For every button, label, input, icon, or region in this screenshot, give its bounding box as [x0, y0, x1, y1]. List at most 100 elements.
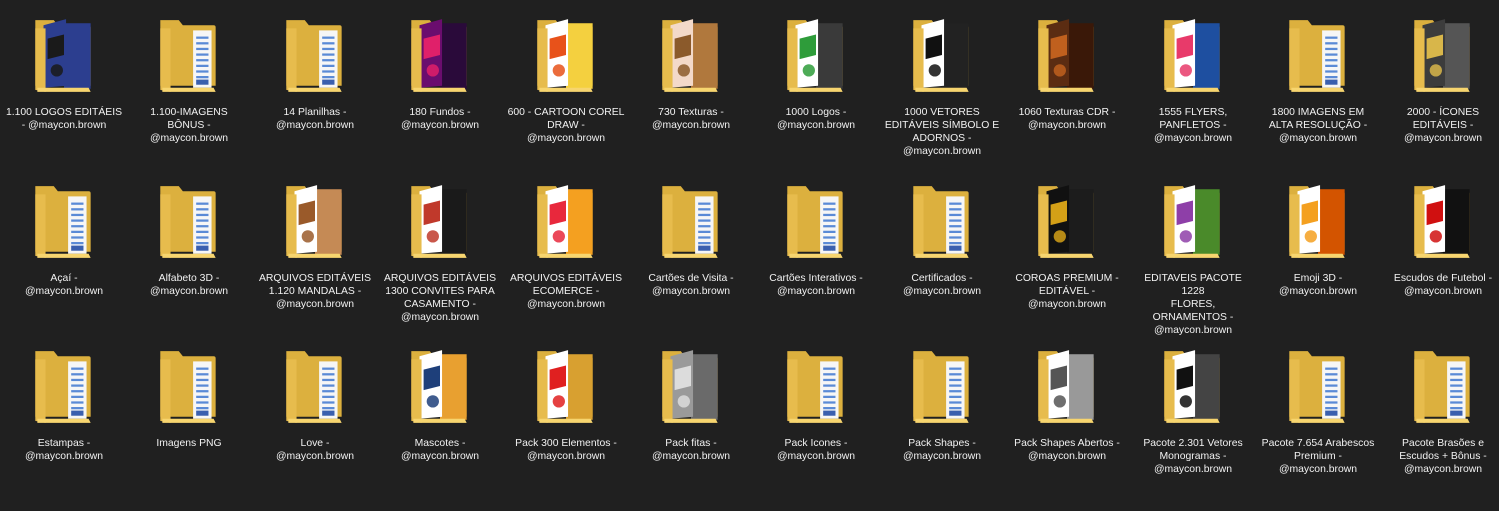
folder-icon: [1277, 14, 1359, 96]
folder-icon: [148, 14, 230, 96]
folder-icon: [650, 180, 732, 262]
folder-item[interactable]: ARQUIVOS EDITÁVEIS 1300 CONVITES PARA CA…: [379, 180, 501, 324]
folder-item[interactable]: Pacote 2.301 Vetores Monogramas - @mayco…: [1132, 345, 1254, 476]
folder-item[interactable]: 2000 - ÍCONES EDITÁVEIS - @maycon.brown: [1382, 14, 1499, 145]
folder-icon: [1026, 180, 1108, 262]
folder-label: Mascotes - @maycon.brown: [400, 438, 480, 462]
folder-item[interactable]: Pack Shapes Abertos - @maycon.brown: [1006, 345, 1128, 463]
folder-label: Pack Shapes Abertos - @maycon.brown: [1014, 438, 1120, 462]
folder-icon: [650, 345, 732, 427]
folder-icon: [1277, 345, 1359, 427]
folder-icon: [525, 180, 607, 262]
folder-label: Escudos de Futebol - @maycon.brown: [1393, 273, 1493, 297]
folder-label: Pacote 7.654 Arabescos Premium - @maycon…: [1261, 438, 1375, 475]
folder-item[interactable]: Escudos de Futebol - @maycon.brown: [1382, 180, 1499, 298]
folder-label: 1800 IMAGENS EM ALTA RESOLUÇÃO - @maycon…: [1268, 107, 1368, 144]
folder-label: ARQUIVOS EDITÁVEIS ECOMERCE - @maycon.br…: [509, 273, 622, 310]
folder-item[interactable]: Pack fitas - @maycon.brown: [630, 345, 752, 463]
folder-item[interactable]: Mascotes - @maycon.brown: [379, 345, 501, 463]
folder-label: 1.100 LOGOS EDITÁEIS - @maycon.brown: [5, 107, 123, 131]
folder-item[interactable]: Emoji 3D - @maycon.brown: [1257, 180, 1379, 298]
folder-item[interactable]: Pack Icones - @maycon.brown: [755, 345, 877, 463]
folder-item[interactable]: 730 Texturas - @maycon.brown: [630, 14, 752, 132]
folder-icon: [274, 345, 356, 427]
folder-item[interactable]: Pack Shapes - @maycon.brown: [881, 345, 1003, 463]
folder-item[interactable]: 1000 Logos - @maycon.brown: [755, 14, 877, 132]
folder-label: 14 Planilhas - @maycon.brown: [275, 107, 355, 131]
folder-label: Cartões de Visita - @maycon.brown: [648, 273, 734, 297]
folder-icon: [1402, 180, 1484, 262]
folder-label: 730 Texturas - @maycon.brown: [651, 107, 731, 131]
folder-label: COROAS PREMIUM - EDITÁVEL - @maycon.brow…: [1015, 273, 1119, 310]
folder-item[interactable]: ARQUIVOS EDITÁVEIS 1.120 MANDALAS - @may…: [254, 180, 376, 311]
folder-icon: [1277, 180, 1359, 262]
folder-item[interactable]: 1000 VETORES EDITÁVEIS SÍMBOLO E ADORNOS…: [881, 14, 1003, 158]
folder-item[interactable]: 1.100 LOGOS EDITÁEIS - @maycon.brown: [3, 14, 125, 132]
folder-label: 2000 - ÍCONES EDITÁVEIS - @maycon.brown: [1403, 107, 1483, 144]
folder-icon: [1402, 14, 1484, 96]
folder-label: 600 - CARTOON COREL DRAW - @maycon.brown: [507, 107, 625, 144]
folder-item[interactable]: Alfabeto 3D - @maycon.brown: [128, 180, 250, 298]
folder-item[interactable]: 1.100-IMAGENS BÔNUS - @maycon.brown: [128, 14, 250, 145]
folder-label: Love - @maycon.brown: [275, 438, 355, 462]
folder-icon: [775, 180, 857, 262]
folder-label: 1000 VETORES EDITÁVEIS SÍMBOLO E ADORNOS…: [884, 107, 1000, 157]
folder-icon: [1152, 180, 1234, 262]
folder-item[interactable]: ARQUIVOS EDITÁVEIS ECOMERCE - @maycon.br…: [505, 180, 627, 311]
folder-icon: [1026, 345, 1108, 427]
folder-item[interactable]: 600 - CARTOON COREL DRAW - @maycon.brown: [505, 14, 627, 145]
folder-item[interactable]: COROAS PREMIUM - EDITÁVEL - @maycon.brow…: [1006, 180, 1128, 311]
folder-item[interactable]: Cartões de Visita - @maycon.brown: [630, 180, 752, 298]
folder-label: Pack fitas - @maycon.brown: [651, 438, 731, 462]
folder-grid: 1.100 LOGOS EDITÁEIS - @maycon.brown 1.10…: [0, 0, 1499, 511]
folder-item[interactable]: 180 Fundos - @maycon.brown: [379, 14, 501, 132]
folder-item[interactable]: Cartões Interativos - @maycon.brown: [755, 180, 877, 298]
folder-item[interactable]: Pack 300 Elementos - @maycon.brown: [505, 345, 627, 463]
folder-icon: [901, 345, 983, 427]
folder-icon: [1026, 14, 1108, 96]
folder-label: 1000 Logos - @maycon.brown: [776, 107, 856, 131]
folder-icon: [399, 345, 481, 427]
folder-item[interactable]: 1800 IMAGENS EM ALTA RESOLUÇÃO - @maycon…: [1257, 14, 1379, 145]
folder-label: Emoji 3D - @maycon.brown: [1278, 273, 1358, 297]
folder-label: Cartões Interativos - @maycon.brown: [769, 273, 863, 297]
folder-icon: [650, 14, 732, 96]
folder-label: Estampas - @maycon.brown: [24, 438, 104, 462]
folder-label: Imagens PNG: [156, 438, 222, 449]
folder-icon: [23, 180, 105, 262]
folder-icon: [525, 345, 607, 427]
folder-icon: [525, 14, 607, 96]
folder-label: Pacote 2.301 Vetores Monogramas - @mayco…: [1143, 438, 1243, 475]
folder-item[interactable]: 1060 Texturas CDR - @maycon.brown: [1006, 14, 1128, 132]
folder-icon: [274, 180, 356, 262]
folder-item[interactable]: Certificados - @maycon.brown: [881, 180, 1003, 298]
folder-icon: [775, 345, 857, 427]
folder-label: ARQUIVOS EDITÁVEIS 1300 CONVITES PARA CA…: [383, 273, 496, 323]
folder-item[interactable]: Imagens PNG: [128, 345, 250, 450]
folder-icon: [775, 14, 857, 96]
folder-icon: [23, 14, 105, 96]
folder-icon: [399, 180, 481, 262]
folder-icon: [148, 345, 230, 427]
folder-label: 1.100-IMAGENS BÔNUS - @maycon.brown: [149, 107, 229, 144]
folder-icon: [23, 345, 105, 427]
folder-item[interactable]: 14 Planilhas - @maycon.brown: [254, 14, 376, 132]
folder-item[interactable]: Pacote Brasões e Escudos + Bônus - @mayc…: [1382, 345, 1499, 476]
folder-item[interactable]: Love - @maycon.brown: [254, 345, 376, 463]
folder-icon: [274, 14, 356, 96]
folder-label: EDITAVEIS PACOTE 1228 FLORES, ORNAMENTOS…: [1144, 273, 1242, 336]
folder-item[interactable]: Estampas - @maycon.brown: [3, 345, 125, 463]
folder-item[interactable]: EDITAVEIS PACOTE 1228 FLORES, ORNAMENTOS…: [1132, 180, 1254, 337]
folder-icon: [901, 180, 983, 262]
folder-item[interactable]: Pacote 7.654 Arabescos Premium - @maycon…: [1257, 345, 1379, 476]
folder-label: 180 Fundos - @maycon.brown: [400, 107, 480, 131]
folder-icon: [901, 14, 983, 96]
folder-icon: [1402, 345, 1484, 427]
folder-item[interactable]: 1555 FLYERS, PANFLETOS - @maycon.brown: [1132, 14, 1254, 145]
folder-icon: [1152, 14, 1234, 96]
folder-label: 1060 Texturas CDR - @maycon.brown: [1018, 107, 1116, 131]
folder-label: 1555 FLYERS, PANFLETOS - @maycon.brown: [1153, 107, 1233, 144]
folder-item[interactable]: Açaí - @maycon.brown: [3, 180, 125, 298]
folder-icon: [1152, 345, 1234, 427]
folder-label: Pack Icones - @maycon.brown: [776, 438, 856, 462]
